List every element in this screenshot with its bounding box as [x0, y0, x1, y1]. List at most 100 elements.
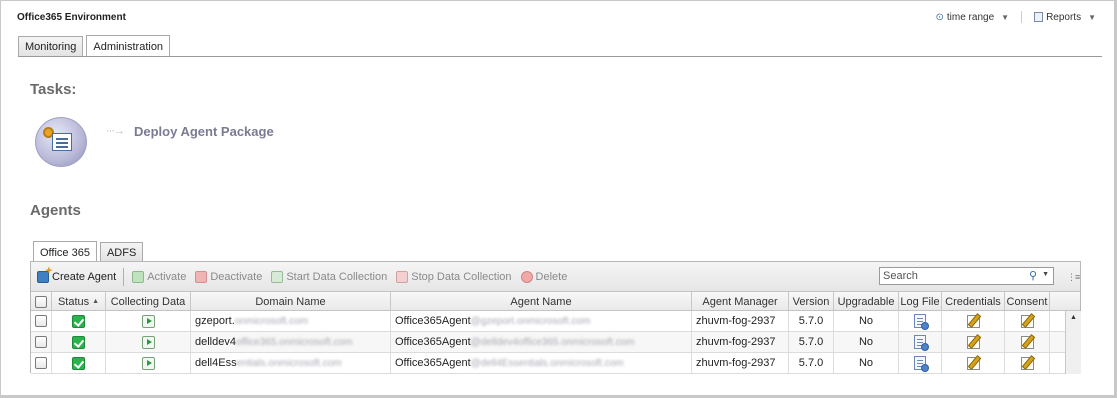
column-header-version[interactable]: Version: [789, 292, 834, 311]
table-row[interactable]: dell4Ess entials.onmicrosoft.com Office36…: [31, 353, 1080, 374]
reports-label: Reports: [1046, 11, 1082, 23]
search-box: ⚲ ▼: [879, 267, 1054, 285]
document-icon: [52, 133, 72, 151]
log-file-icon[interactable]: [914, 314, 929, 330]
stop-data-collection-button[interactable]: Stop Data Collection: [396, 270, 512, 283]
upgradable-cell: No: [834, 353, 899, 373]
status-active-icon: [72, 356, 85, 370]
delete-label: Delete: [535, 270, 568, 283]
column-header-credentials[interactable]: Credentials: [942, 292, 1005, 311]
tab-administration[interactable]: Administration: [86, 35, 171, 57]
deploy-agent-package-link[interactable]: Deploy Agent Package: [134, 124, 274, 139]
tab-office365[interactable]: Office 365: [33, 241, 97, 262]
agent-name-cell: Office365Agent @delldev4office365.onmicro…: [391, 332, 692, 352]
page-title: Office365 Environment: [17, 12, 126, 23]
create-agent-icon: [37, 265, 52, 283]
time-range-label: time range: [946, 11, 995, 23]
agent-tabs: Office 365 ADFS: [33, 241, 144, 263]
column-header-agent-manager[interactable]: Agent Manager: [692, 292, 789, 311]
collecting-data-icon[interactable]: [141, 335, 155, 349]
deactivate-label: Deactivate: [210, 270, 263, 283]
edit-consent-icon[interactable]: [1020, 314, 1034, 328]
activate-button[interactable]: Activate: [132, 270, 187, 283]
column-header-domain-name[interactable]: Domain Name: [191, 292, 391, 311]
table-row[interactable]: gzeport. onmicrosoft.com Office365Agent @g…: [31, 311, 1080, 332]
delete-button[interactable]: Delete: [520, 270, 568, 283]
agent-name-cell: Office365Agent @dell4Essentials.onmicroso…: [391, 353, 692, 373]
version-cell: 5.7.0: [789, 311, 834, 331]
agents-heading: Agents: [30, 202, 81, 219]
arrow-right-icon: ···→: [106, 125, 125, 137]
log-file-icon[interactable]: [914, 335, 929, 351]
stop-data-collection-label: Stop Data Collection: [411, 270, 512, 283]
chevron-down-icon: ▼: [1001, 12, 1010, 22]
edit-credentials-icon[interactable]: [966, 314, 980, 328]
main-tabs: Monitoring Administration: [18, 35, 171, 58]
chevron-down-icon[interactable]: ▼: [1042, 271, 1049, 278]
activate-icon: [132, 270, 145, 283]
chevron-down-icon: ▼: [1088, 12, 1096, 22]
domain-name-cell: gzeport. onmicrosoft.com: [191, 311, 391, 331]
select-all-cell: [31, 292, 52, 311]
agent-manager-cell: zhuvm-fog-2937: [692, 332, 789, 352]
edit-credentials-icon[interactable]: [966, 335, 980, 349]
reports-dropdown[interactable]: Reports ▼: [1034, 12, 1096, 23]
domain-name-cell: delldev4 office365.onmicrosoft.com: [191, 332, 391, 352]
row-checkbox[interactable]: [35, 336, 47, 348]
agents-grid: Create Agent Activate Deactivate Start D…: [30, 261, 1081, 374]
edit-consent-icon[interactable]: [1020, 356, 1034, 370]
edit-consent-icon[interactable]: [1020, 335, 1034, 349]
column-header-agent-name[interactable]: Agent Name: [391, 292, 692, 311]
start-data-collection-button[interactable]: Start Data Collection: [271, 270, 388, 283]
agent-manager-cell: zhuvm-fog-2937: [692, 311, 789, 331]
column-header-status[interactable]: Status ▲: [52, 292, 106, 311]
time-range-dropdown[interactable]: ⊙ time range ▼: [936, 12, 1010, 23]
scroll-up-icon[interactable]: ▲: [1070, 314, 1077, 321]
vertical-scrollbar[interactable]: ▲: [1065, 311, 1081, 374]
play-icon: [271, 270, 284, 283]
pause-icon: [396, 270, 409, 283]
table-body: gzeport. onmicrosoft.com Office365Agent @g…: [31, 311, 1080, 374]
toolbar-divider: [123, 267, 125, 286]
version-cell: 5.7.0: [789, 332, 834, 352]
row-checkbox[interactable]: [35, 357, 47, 369]
column-header-log-file[interactable]: Log File: [899, 292, 942, 311]
log-file-icon[interactable]: [914, 356, 929, 372]
edit-credentials-icon[interactable]: [966, 356, 980, 370]
upgradable-cell: No: [834, 311, 899, 331]
deploy-package-icon[interactable]: [35, 117, 87, 167]
column-chooser-icon[interactable]: ⋮≡: [1067, 272, 1080, 283]
row-checkbox[interactable]: [35, 315, 47, 327]
agents-toolbar: Create Agent Activate Deactivate Start D…: [31, 262, 1080, 292]
table-row[interactable]: delldev4 office365.onmicrosoft.com Office…: [31, 332, 1080, 353]
activate-label: Activate: [147, 270, 187, 283]
header-actions: ⊙ time range ▼ Reports ▼: [936, 11, 1096, 23]
collecting-data-icon[interactable]: [141, 356, 155, 370]
deactivate-button[interactable]: Deactivate: [195, 270, 263, 283]
collecting-data-icon[interactable]: [141, 314, 155, 328]
tasks-heading: Tasks:: [30, 81, 77, 98]
report-icon: [1034, 12, 1044, 22]
column-header-collecting-data[interactable]: Collecting Data: [106, 292, 191, 311]
create-agent-label: Create Agent: [52, 270, 117, 283]
column-header-upgradable[interactable]: Upgradable: [834, 292, 899, 311]
select-all-checkbox[interactable]: [35, 295, 47, 308]
search-icon[interactable]: ⚲: [1029, 269, 1037, 282]
upgradable-cell: No: [834, 332, 899, 352]
header-divider: [1021, 11, 1023, 23]
deactivate-icon: [195, 270, 208, 283]
table-header: Status ▲ Collecting Data Domain Name Agen…: [31, 292, 1080, 311]
tab-adfs[interactable]: ADFS: [99, 242, 144, 262]
search-input[interactable]: [883, 270, 1023, 282]
version-cell: 5.7.0: [789, 353, 834, 373]
start-data-collection-label: Start Data Collection: [286, 270, 388, 283]
column-header-consent[interactable]: Consent: [1005, 292, 1050, 311]
status-active-icon: [72, 335, 85, 349]
sort-ascending-icon: ▲: [92, 298, 100, 305]
delete-icon: [520, 270, 533, 283]
domain-name-cell: dell4Ess entials.onmicrosoft.com: [191, 353, 391, 373]
tabs-divider: [18, 56, 1102, 57]
tab-monitoring[interactable]: Monitoring: [18, 36, 84, 57]
agent-manager-cell: zhuvm-fog-2937: [692, 353, 789, 373]
create-agent-button[interactable]: Create Agent: [37, 265, 117, 283]
